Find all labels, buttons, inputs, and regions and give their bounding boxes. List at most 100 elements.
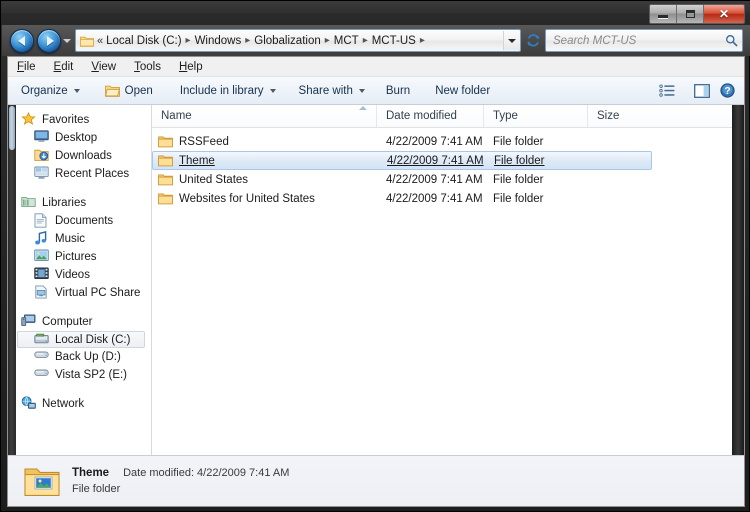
share-label: Share with xyxy=(298,84,353,97)
title-bar: ✕ xyxy=(1,1,750,25)
file-type-cell: File folder xyxy=(493,135,544,148)
nav-group-network[interactable]: Network xyxy=(8,395,151,413)
table-row[interactable]: United States 4/22/2009 7:41 AM File fol… xyxy=(152,170,732,189)
file-name-cell[interactable]: United States xyxy=(152,173,377,187)
file-date-cell: 4/22/2009 7:41 AM xyxy=(387,154,484,167)
table-row[interactable]: Theme 4/22/2009 7:41 AM File folder xyxy=(152,151,652,170)
sidebar-item-recent-places[interactable]: Recent Places xyxy=(8,165,151,183)
details-line-1: Theme Date modified: 4/22/2009 7:41 AM xyxy=(72,467,289,479)
forward-arrow-icon xyxy=(46,35,54,46)
details-pane: Theme Date modified: 4/22/2009 7:41 AM F… xyxy=(8,455,744,506)
preview-pane-button[interactable] xyxy=(689,80,715,101)
chevron-right-icon[interactable]: ▸ xyxy=(360,35,371,46)
address-dropdown-button[interactable] xyxy=(503,31,520,50)
new-folder-button[interactable]: New folder xyxy=(421,80,501,101)
views-dropdown-button[interactable] xyxy=(681,80,689,101)
sidebar-item-pictures[interactable]: Pictures xyxy=(8,248,151,266)
nav-group-libraries[interactable]: Libraries xyxy=(8,194,151,212)
column-header-name[interactable]: Name xyxy=(152,105,377,127)
menu-item-label: dit xyxy=(61,60,74,73)
minimize-button[interactable] xyxy=(650,5,677,23)
chevron-right-icon[interactable]: ▸ xyxy=(417,35,428,46)
breadcrumb-item-3[interactable]: MCT xyxy=(333,35,360,47)
breadcrumb-bar[interactable]: « Local Disk (C:) ▸ Windows ▸ Globalizat… xyxy=(75,29,521,52)
desktop-icon xyxy=(34,130,50,146)
chevron-down-icon xyxy=(358,88,365,93)
breadcrumb-item-2[interactable]: Globalization xyxy=(253,35,321,47)
sidebar-item-downloads[interactable]: Downloads xyxy=(8,147,151,165)
chevron-down-icon xyxy=(73,88,80,93)
menu-item-edit[interactable]: Edit xyxy=(54,61,84,73)
new-folder-label: New folder xyxy=(435,84,491,97)
sidebar-item-desktop[interactable]: Desktop xyxy=(8,129,151,147)
sidebar-item-documents[interactable]: Documents xyxy=(8,212,151,230)
history-dropdown-button[interactable] xyxy=(61,38,73,43)
breadcrumb-item-0[interactable]: Local Disk (C:) xyxy=(105,35,182,47)
nav-group-favorites[interactable]: Favorites xyxy=(8,111,151,129)
maximize-icon xyxy=(685,10,695,18)
command-bar: Organize Open Include in library Share w… xyxy=(8,77,744,105)
column-header-date-modified[interactable]: Date modified xyxy=(377,105,484,127)
views-button[interactable] xyxy=(654,80,681,101)
breadcrumb: « Local Disk (C:) ▸ Windows ▸ Globalizat… xyxy=(97,35,503,47)
menu-item-help[interactable]: Help xyxy=(179,61,213,73)
file-name-cell[interactable]: Theme xyxy=(153,154,378,168)
search-box[interactable]: Search MCT-US xyxy=(545,29,743,52)
burn-button[interactable]: Burn xyxy=(372,80,421,101)
star-icon xyxy=(21,112,37,128)
views-icon xyxy=(659,83,675,97)
back-button[interactable] xyxy=(10,28,34,53)
menu-item-label: elp xyxy=(187,60,203,73)
breadcrumb-item-4[interactable]: MCT-US xyxy=(371,35,417,47)
chevron-down-icon xyxy=(269,88,276,93)
window-controls: ✕ xyxy=(649,4,745,24)
menu-item-file[interactable]: File xyxy=(17,61,46,73)
maximize-button[interactable] xyxy=(677,5,704,23)
sidebar-item-videos[interactable]: Videos xyxy=(8,266,151,284)
help-icon: ? xyxy=(720,83,735,98)
help-button[interactable]: ? xyxy=(715,80,744,101)
include-in-library-button[interactable]: Include in library xyxy=(164,80,283,101)
sidebar-item-local-disk-c[interactable]: Local Disk (C:) xyxy=(17,331,145,348)
libraries-icon xyxy=(21,195,37,211)
folder-icon xyxy=(158,135,174,149)
sidebar-item-label: Recent Places xyxy=(55,168,130,180)
sidebar-item-back-up-d[interactable]: Back Up (D:) xyxy=(8,348,151,366)
details-kind: File folder xyxy=(72,483,121,495)
close-button[interactable]: ✕ xyxy=(704,5,744,23)
breadcrumb-overflow[interactable]: « xyxy=(97,35,105,47)
menu-item-label: ools xyxy=(139,60,161,73)
menu-item-tools[interactable]: Tools xyxy=(134,61,171,73)
refresh-button[interactable] xyxy=(523,30,543,51)
sidebar-item-music[interactable]: Music xyxy=(8,230,151,248)
menu-item-view[interactable]: View xyxy=(91,61,126,73)
file-date-cell: 4/22/2009 7:41 AM xyxy=(386,173,483,186)
forward-button[interactable] xyxy=(37,28,61,53)
table-row[interactable]: Websites for United States 4/22/2009 7:4… xyxy=(152,189,732,208)
nav-group-computer[interactable]: Computer xyxy=(8,313,151,331)
navigation-scrollbar[interactable] xyxy=(8,105,16,455)
burn-label: Burn xyxy=(385,84,411,97)
sidebar-item-vista-sp2-e[interactable]: Vista SP2 (E:) xyxy=(8,366,151,384)
file-name-cell[interactable]: Websites for United States xyxy=(152,192,377,206)
chevron-right-icon[interactable]: ▸ xyxy=(242,35,253,46)
open-button[interactable]: Open xyxy=(87,80,164,101)
menu-accel: F xyxy=(17,60,25,73)
column-header-size[interactable]: Size xyxy=(588,105,648,127)
table-row[interactable]: RSSFeed 4/22/2009 7:41 AM File folder xyxy=(152,132,732,151)
breadcrumb-item-1[interactable]: Windows xyxy=(194,35,243,47)
organize-button[interactable]: Organize xyxy=(14,80,87,101)
menu-accel: V xyxy=(91,60,99,73)
drive-icon xyxy=(34,349,50,365)
sidebar-item-virtual-pc-share[interactable]: Virtual PC Share xyxy=(8,284,151,302)
column-header-type[interactable]: Type xyxy=(484,105,588,127)
scrollbar-thumb[interactable] xyxy=(9,106,15,150)
search-input[interactable]: Search MCT-US xyxy=(546,35,723,47)
chevron-right-icon[interactable]: ▸ xyxy=(183,35,194,46)
file-name-cell[interactable]: RSSFeed xyxy=(152,135,377,149)
share-with-button[interactable]: Share with xyxy=(283,80,372,101)
nav-gap xyxy=(8,302,151,313)
vertical-scrollbar-gutter[interactable] xyxy=(732,105,744,455)
menu-item-label: ile xyxy=(24,60,36,73)
chevron-right-icon[interactable]: ▸ xyxy=(322,35,333,46)
